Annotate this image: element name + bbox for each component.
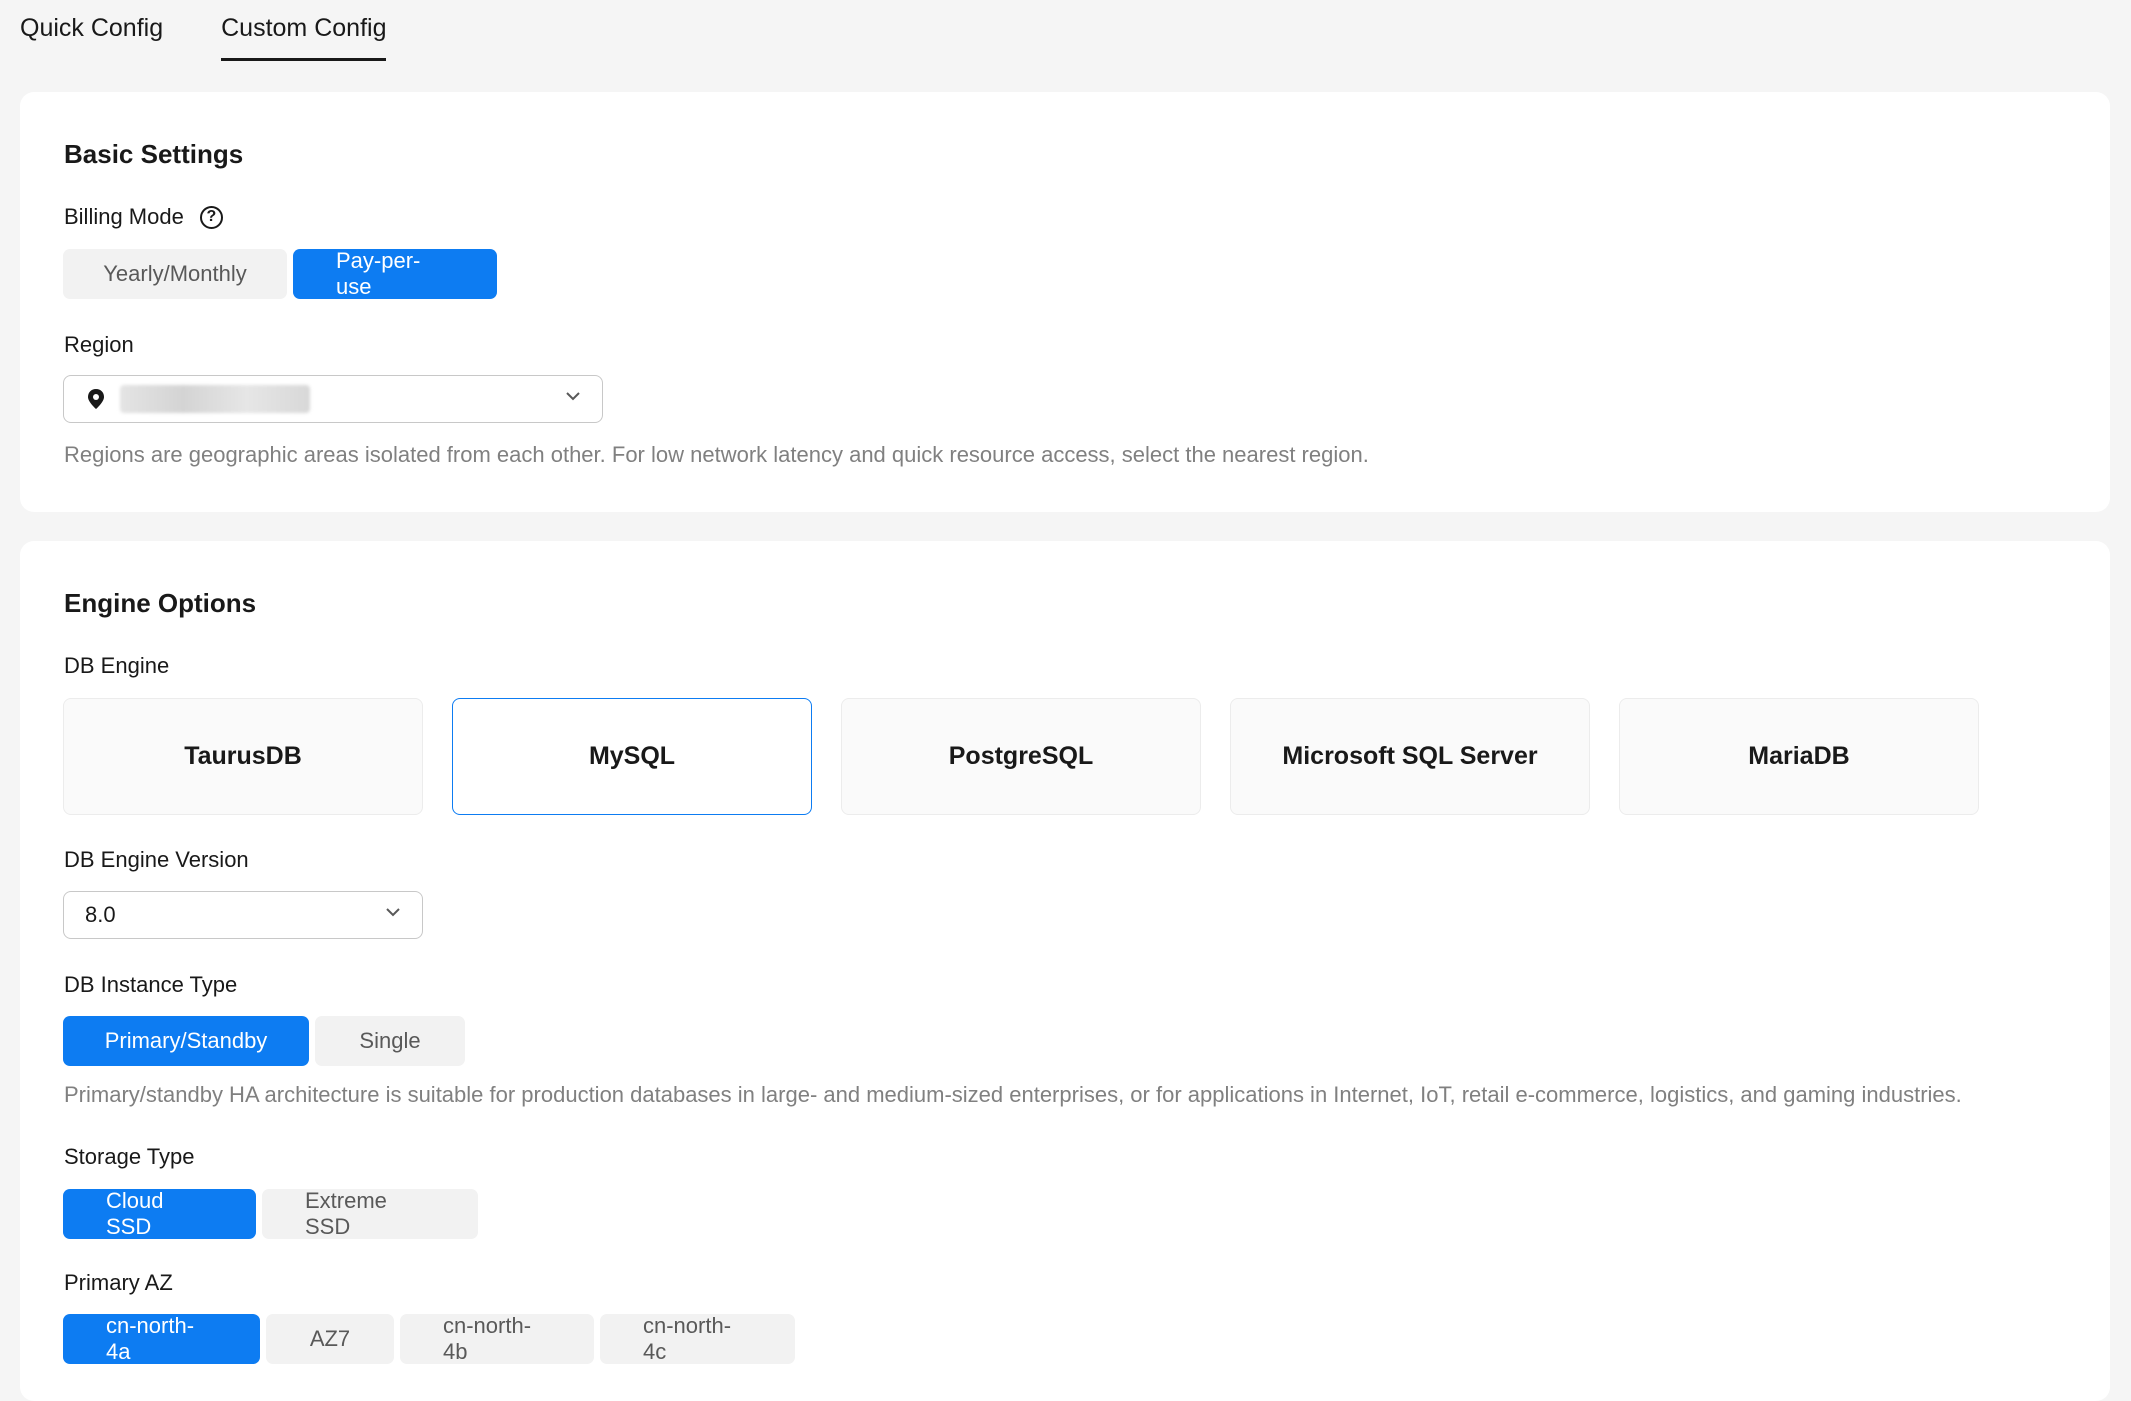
engine-options-card: Engine Options DB Engine TaurusDB MySQL …: [20, 541, 2110, 1401]
engine-card-mariadb[interactable]: MariaDB: [1619, 698, 1979, 815]
db-instance-type-label: DB Instance Type: [64, 972, 238, 997]
basic-settings-title: Basic Settings: [64, 139, 244, 169]
storage-type-selector: Cloud SSD Extreme SSD: [63, 1188, 478, 1239]
az-cn-north-4b-button[interactable]: cn-north-4b: [400, 1313, 594, 1364]
db-engine-version-value: 8.0: [85, 902, 116, 927]
location-pin-icon: [88, 389, 104, 409]
billing-yearly-monthly-button[interactable]: Yearly/Monthly: [63, 249, 287, 299]
billing-mode-selector: Yearly/Monthly Pay-per-use: [63, 248, 497, 299]
question-circle-icon[interactable]: ?: [199, 205, 223, 229]
storage-extreme-ssd-button[interactable]: Extreme SSD: [262, 1188, 478, 1239]
storage-type-label: Storage Type: [64, 1144, 195, 1169]
basic-settings-card: Basic Settings Billing Mode ? Yearly/Mon…: [20, 92, 2110, 512]
chevron-down-icon: [386, 908, 400, 917]
engine-options-title: Engine Options: [64, 588, 257, 618]
primary-az-selector: cn-north-4a AZ7 cn-north-4b cn-north-4c: [63, 1313, 795, 1364]
engine-card-postgresql[interactable]: PostgreSQL: [841, 698, 1201, 815]
db-engine-version-select[interactable]: 8.0: [63, 891, 423, 939]
config-tabs: Quick Config Custom Config: [20, 0, 444, 64]
db-engine-selector: TaurusDB MySQL PostgreSQL Microsoft SQL …: [63, 698, 1979, 815]
az-cn-north-4a-button[interactable]: cn-north-4a: [63, 1313, 260, 1364]
az-az7-button[interactable]: AZ7: [266, 1314, 394, 1364]
billing-mode-label: Billing Mode ?: [64, 204, 223, 230]
instance-type-single-button[interactable]: Single: [315, 1016, 465, 1066]
db-instance-type-selector: Primary/Standby Single: [63, 1016, 465, 1066]
engine-card-mysql[interactable]: MySQL: [452, 698, 812, 815]
instance-type-hint: Primary/standby HA architecture is suita…: [64, 1082, 1962, 1107]
region-value: [120, 385, 310, 413]
engine-card-sql-server[interactable]: Microsoft SQL Server: [1230, 698, 1590, 815]
db-engine-version-label: DB Engine Version: [64, 847, 249, 872]
tab-quick-config[interactable]: Quick Config: [20, 0, 163, 64]
engine-card-taurusdb[interactable]: TaurusDB: [63, 698, 423, 815]
instance-type-primary-standby-button[interactable]: Primary/Standby: [63, 1016, 309, 1066]
region-select[interactable]: [63, 375, 603, 423]
billing-pay-per-use-button[interactable]: Pay-per-use: [293, 248, 497, 299]
tab-custom-config[interactable]: Custom Config: [221, 0, 387, 64]
db-engine-label: DB Engine: [64, 653, 170, 678]
primary-az-label: Primary AZ: [64, 1270, 173, 1295]
chevron-down-icon: [566, 392, 580, 401]
storage-cloud-ssd-button[interactable]: Cloud SSD: [63, 1188, 256, 1239]
billing-mode-text: Billing Mode: [64, 204, 184, 229]
az-cn-north-4c-button[interactable]: cn-north-4c: [600, 1313, 795, 1364]
region-hint: Regions are geographic areas isolated fr…: [64, 442, 1369, 467]
region-label: Region: [64, 332, 134, 357]
